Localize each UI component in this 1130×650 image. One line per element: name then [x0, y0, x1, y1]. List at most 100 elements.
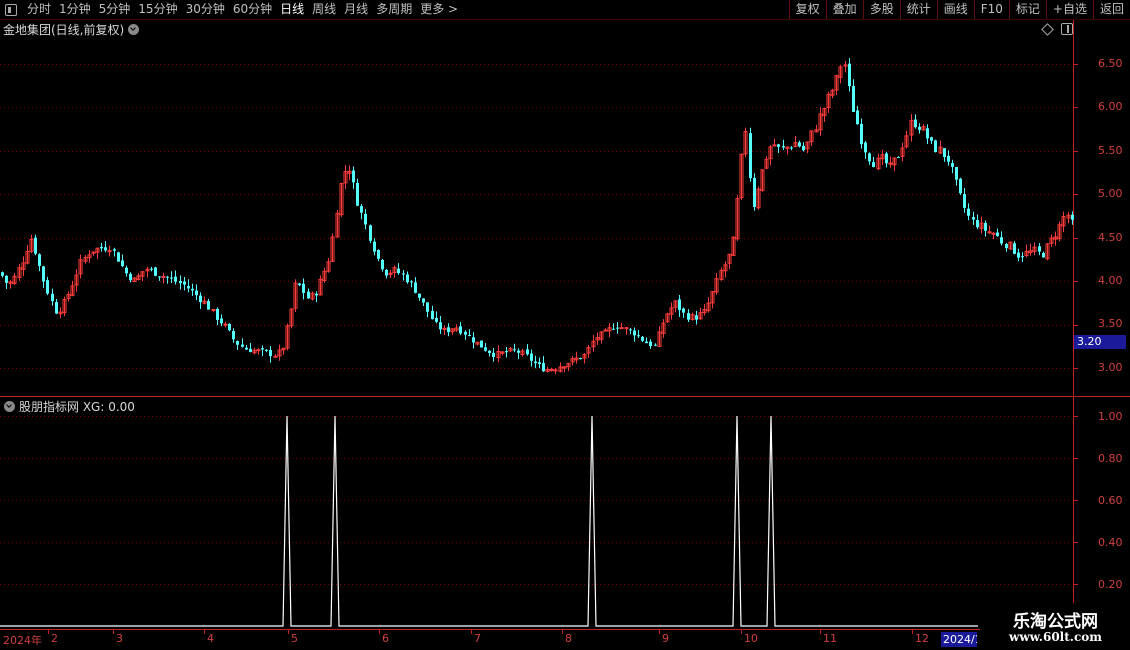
- y-tick-label: 3.50: [1098, 317, 1123, 330]
- candle-body-down: [472, 337, 475, 343]
- candle-body-down: [42, 266, 45, 282]
- candle-body-down: [687, 313, 690, 320]
- candle-body-down: [459, 326, 462, 334]
- candle-body-down: [848, 63, 851, 87]
- candle-body-down: [55, 302, 58, 314]
- candle-body-down: [426, 302, 429, 312]
- candle-body-down: [406, 274, 409, 283]
- candle-body-down: [241, 344, 244, 347]
- candle-body-down: [249, 348, 252, 353]
- x-tick-label: 10: [744, 632, 758, 645]
- candle-body-down: [154, 267, 157, 276]
- candle-body-down: [431, 311, 434, 320]
- candle-body-down: [649, 341, 652, 347]
- candle-body-down: [191, 288, 194, 291]
- candle-body-up: [843, 64, 848, 67]
- candle-body-down: [166, 276, 169, 278]
- candle-body-down: [616, 327, 619, 329]
- candle-body-down: [439, 322, 442, 330]
- candle-body-up: [603, 329, 608, 332]
- indicator-y-tick-label: 1.00: [1098, 410, 1123, 423]
- candle-body-down: [410, 281, 413, 283]
- candle-body-down: [402, 273, 405, 275]
- candle-body-down: [232, 331, 235, 340]
- chevron-down-icon[interactable]: [4, 400, 15, 412]
- indicator-y-tick-label: 0.20: [1098, 578, 1123, 591]
- candle-body-down: [934, 140, 937, 153]
- candle-body-down: [1005, 244, 1008, 249]
- candle-body-down: [447, 327, 450, 333]
- x-tick-label: 5: [291, 632, 298, 645]
- candle-body-down: [179, 280, 182, 284]
- candle-body-down: [790, 147, 793, 149]
- candle-body-down: [1042, 252, 1045, 258]
- candle-body-down: [963, 194, 966, 208]
- candle-body-down: [245, 347, 248, 350]
- y-tick-label: 6.00: [1098, 100, 1123, 113]
- candle-body-down: [1071, 214, 1074, 220]
- candle-body-down: [1021, 256, 1024, 258]
- candle-body-down: [860, 123, 863, 145]
- candle-body-up: [256, 349, 261, 352]
- candle-body-down: [984, 223, 987, 231]
- candle-body-down: [897, 157, 900, 159]
- x-tick-label: 6: [382, 632, 389, 645]
- candle-body-down: [195, 290, 198, 296]
- candle-body-down: [872, 161, 875, 168]
- candle-body-up: [161, 275, 166, 278]
- candle-body-down: [802, 145, 805, 151]
- y-tick-label: 5.00: [1098, 187, 1123, 200]
- candle-body-down: [955, 167, 958, 180]
- candle-body-down: [199, 295, 202, 303]
- candle-body-down: [645, 341, 648, 344]
- candle-body-down: [373, 241, 376, 252]
- candle-body-down: [534, 361, 537, 364]
- candle-body-down: [352, 170, 355, 183]
- candle-body-down: [633, 330, 636, 336]
- candle-body-down: [302, 283, 305, 293]
- candle-body-down: [976, 220, 979, 228]
- chevron-down-icon[interactable]: [128, 23, 140, 35]
- candle-body-up: [223, 323, 228, 326]
- candle-body-down: [435, 317, 438, 322]
- candle-body-down: [377, 250, 380, 259]
- indicator-y-tick-label: 0.40: [1098, 536, 1123, 549]
- candle-body-down: [926, 128, 929, 139]
- candle-body-up: [211, 309, 216, 312]
- candle-body-down: [782, 146, 785, 148]
- candle-body-down: [158, 276, 161, 278]
- candle-body-down: [414, 282, 417, 293]
- candle-body-down: [397, 268, 400, 274]
- candle-body-down: [1, 272, 4, 276]
- cursor-date-tag: 2024/1: [941, 632, 977, 647]
- candle-body-down: [517, 350, 520, 353]
- candle-body-down: [170, 277, 173, 279]
- panel-toggle-icon[interactable]: [1061, 23, 1073, 35]
- candle-body-up: [772, 144, 777, 147]
- candle-body-down: [364, 213, 367, 225]
- chart-canvas[interactable]: [0, 0, 1130, 650]
- candle-body-down: [269, 350, 272, 357]
- candle-body-down: [187, 286, 190, 289]
- candle-body-down: [34, 237, 37, 254]
- y-tick-label: 3.00: [1098, 361, 1123, 374]
- candle-body-down: [798, 142, 801, 147]
- candle-body-down: [369, 225, 372, 241]
- candle-body-down: [959, 178, 962, 194]
- site-watermark: 乐淘公式网 www.60lt.com: [981, 603, 1130, 650]
- candle-body-down: [117, 252, 120, 262]
- candle-body-down: [464, 331, 467, 335]
- indicator-y-tick-label: 0.80: [1098, 452, 1123, 465]
- candle-body-down: [612, 328, 615, 330]
- candle-body-down: [381, 259, 384, 270]
- candle-body-down: [129, 273, 132, 281]
- main-chart-header: 金地集团(日线,前复权): [0, 20, 140, 38]
- x-tick-label: 9: [662, 632, 669, 645]
- candle-body-down: [914, 119, 917, 128]
- candle-body-up: [619, 327, 624, 330]
- x-tick-label: 7: [474, 632, 481, 645]
- candle-body-down: [682, 308, 685, 313]
- candle-body-down: [579, 358, 582, 360]
- candle-body-down: [538, 362, 541, 365]
- candle-body-up: [888, 162, 893, 165]
